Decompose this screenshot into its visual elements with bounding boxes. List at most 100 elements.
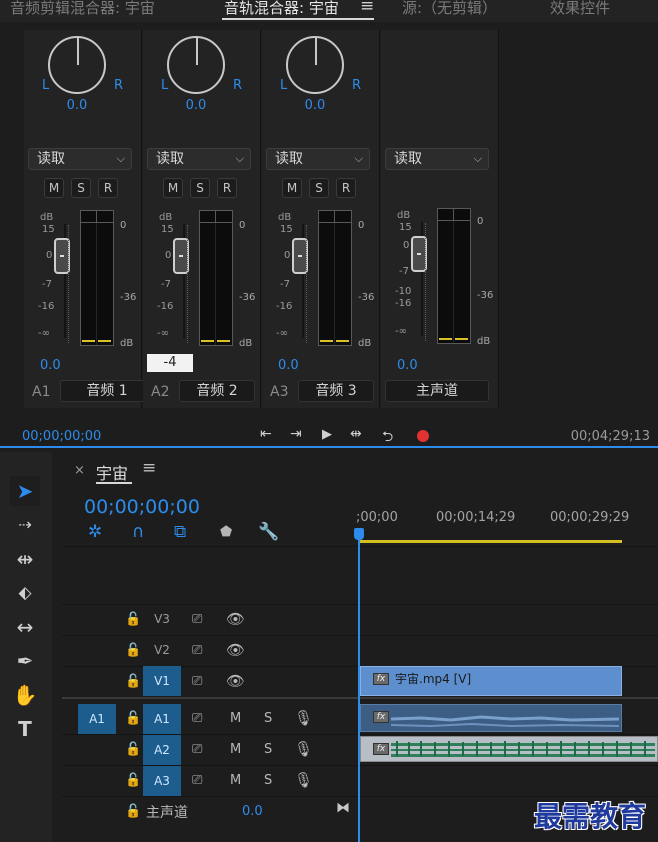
- master-volume-value[interactable]: 0.0: [242, 804, 263, 819]
- record-arm-button[interactable]: R: [98, 178, 118, 198]
- track-name-field[interactable]: 音频 2: [179, 380, 255, 402]
- snap-icon[interactable]: ∩: [132, 522, 144, 542]
- peak-indicator[interactable]: [438, 209, 470, 221]
- track-target-a1[interactable]: A1: [143, 704, 181, 734]
- slip-tool-icon[interactable]: ↔: [10, 612, 40, 642]
- peak-indicator[interactable]: [319, 211, 351, 223]
- video-clip[interactable]: fx 宇宙.mp4 [V]: [360, 666, 622, 696]
- nest-toggle-icon[interactable]: ✲: [88, 522, 102, 542]
- panel-menu-icon[interactable]: ≡: [360, 0, 374, 16]
- track-name-field[interactable]: 主声道: [385, 380, 489, 402]
- record-arm-button[interactable]: R: [336, 178, 356, 198]
- sequence-menu-icon[interactable]: ≡: [142, 458, 156, 478]
- sync-lock-icon[interactable]: ⎚: [192, 742, 202, 757]
- lock-icon[interactable]: 🔓: [125, 773, 141, 788]
- mute-track-button[interactable]: M: [230, 711, 241, 726]
- sync-lock-icon[interactable]: ⎚: [192, 711, 202, 726]
- record-icon[interactable]: [417, 430, 429, 442]
- hand-tool-icon[interactable]: ✋: [10, 680, 40, 710]
- eye-icon[interactable]: 👁: [226, 672, 245, 690]
- track-name-field[interactable]: 音频 3: [298, 380, 374, 402]
- solo-button[interactable]: S: [190, 178, 210, 198]
- lock-icon[interactable]: 🔓: [125, 804, 141, 819]
- microphone-icon[interactable]: 🎙: [294, 740, 313, 758]
- microphone-icon[interactable]: 🎙: [294, 709, 313, 727]
- timeline-timecode[interactable]: 00;00;00;00: [84, 496, 200, 518]
- pan-knob[interactable]: [48, 36, 106, 94]
- audio-clip-a2[interactable]: fx: [360, 736, 658, 762]
- sync-lock-icon[interactable]: ⎚: [192, 612, 202, 627]
- automation-mode-dropdown[interactable]: 读取 ⌵: [266, 148, 370, 170]
- work-area-bar[interactable]: [360, 540, 622, 543]
- volume-value[interactable]: 0.0: [40, 358, 61, 373]
- peak-indicator[interactable]: [200, 211, 232, 223]
- lock-icon[interactable]: 🔓: [125, 711, 141, 726]
- solo-track-button[interactable]: S: [264, 711, 272, 726]
- record-arm-button[interactable]: R: [217, 178, 237, 198]
- lock-icon[interactable]: 🔓: [125, 643, 141, 658]
- tab-effect-controls[interactable]: 效果控件: [550, 0, 610, 18]
- track-target-a3[interactable]: A3: [143, 766, 181, 796]
- mute-button[interactable]: M: [163, 178, 183, 198]
- mute-track-button[interactable]: M: [230, 742, 241, 757]
- automation-mode-dropdown[interactable]: 读取 ⌵: [147, 148, 251, 170]
- pan-value[interactable]: 0.0: [18, 98, 136, 113]
- close-sequence-icon[interactable]: ×: [74, 463, 85, 478]
- solo-button[interactable]: S: [71, 178, 91, 198]
- solo-track-button[interactable]: S: [264, 773, 272, 788]
- play-icon[interactable]: ▶: [322, 427, 332, 442]
- playhead-timecode[interactable]: 00;00;00;00: [22, 429, 101, 444]
- settings-wrench-icon[interactable]: 🔧: [258, 522, 279, 542]
- mute-track-button[interactable]: M: [230, 773, 241, 788]
- tab-audio-track-mixer[interactable]: 音轨混合器: 宇宙: [224, 0, 339, 18]
- linked-selection-icon[interactable]: ⧉: [174, 522, 186, 542]
- solo-button[interactable]: S: [309, 178, 329, 198]
- pan-value[interactable]: 0.0: [137, 98, 255, 113]
- eye-icon[interactable]: 👁: [226, 641, 245, 659]
- scale-0: 0: [46, 250, 53, 261]
- mute-button[interactable]: M: [44, 178, 64, 198]
- automation-mode-dropdown[interactable]: 读取 ⌵: [385, 148, 489, 170]
- lock-icon[interactable]: 🔓: [125, 742, 141, 757]
- type-tool-icon[interactable]: T: [10, 714, 40, 744]
- lock-icon[interactable]: 🔓: [125, 674, 141, 689]
- pen-tool-icon[interactable]: ✒: [10, 646, 40, 676]
- volume-value[interactable]: 0.0: [397, 358, 418, 373]
- volume-value[interactable]: 0.0: [278, 358, 299, 373]
- ripple-edit-tool-icon[interactable]: ⇹: [10, 544, 40, 574]
- go-to-in-point-icon[interactable]: ⇤: [260, 426, 272, 442]
- go-to-end-icon[interactable]: ⧓: [336, 800, 350, 816]
- sync-lock-icon[interactable]: ⎚: [192, 643, 202, 658]
- track-name-field[interactable]: 音频 1: [60, 380, 154, 402]
- sync-lock-icon[interactable]: ⎚: [192, 773, 202, 788]
- track-select-tool-icon[interactable]: ⇢: [10, 510, 40, 540]
- selection-tool-icon[interactable]: ➤: [10, 476, 40, 506]
- loop-icon[interactable]: ⮌: [382, 426, 393, 450]
- pan-knob[interactable]: [286, 36, 344, 94]
- razor-tool-icon[interactable]: ⬖: [10, 578, 40, 608]
- sequence-tab[interactable]: 宇宙: [96, 460, 128, 484]
- mute-button[interactable]: M: [282, 178, 302, 198]
- add-marker-icon[interactable]: ⬟: [220, 524, 232, 540]
- playhead-line[interactable]: [358, 528, 360, 842]
- peak-indicator[interactable]: [81, 211, 113, 223]
- solo-track-button[interactable]: S: [264, 742, 272, 757]
- track-target-v2[interactable]: V2: [143, 635, 181, 665]
- audio-clip-a1[interactable]: fx: [360, 704, 622, 732]
- track-target-v1[interactable]: V1: [143, 666, 181, 696]
- track-target-v3[interactable]: V3: [143, 604, 181, 634]
- tab-source[interactable]: 源:（无剪辑）: [402, 0, 497, 18]
- source-patch-a1[interactable]: A1: [78, 704, 116, 734]
- volume-input[interactable]: -4: [147, 354, 193, 372]
- pan-knob[interactable]: [167, 36, 225, 94]
- lock-icon[interactable]: 🔓: [125, 612, 141, 627]
- sync-lock-icon[interactable]: ⎚: [192, 674, 202, 689]
- play-in-to-out-icon[interactable]: ⇹: [350, 426, 362, 442]
- track-target-a2[interactable]: A2: [143, 735, 181, 765]
- automation-mode-dropdown[interactable]: 读取 ⌵: [28, 148, 132, 170]
- pan-value[interactable]: 0.0: [256, 98, 374, 113]
- eye-icon[interactable]: 👁: [226, 610, 245, 628]
- microphone-icon[interactable]: 🎙: [294, 771, 313, 789]
- tab-audio-clip-mixer[interactable]: 音频剪辑混合器: 宇宙: [10, 0, 155, 18]
- go-to-out-point-icon[interactable]: ⇥: [290, 426, 302, 442]
